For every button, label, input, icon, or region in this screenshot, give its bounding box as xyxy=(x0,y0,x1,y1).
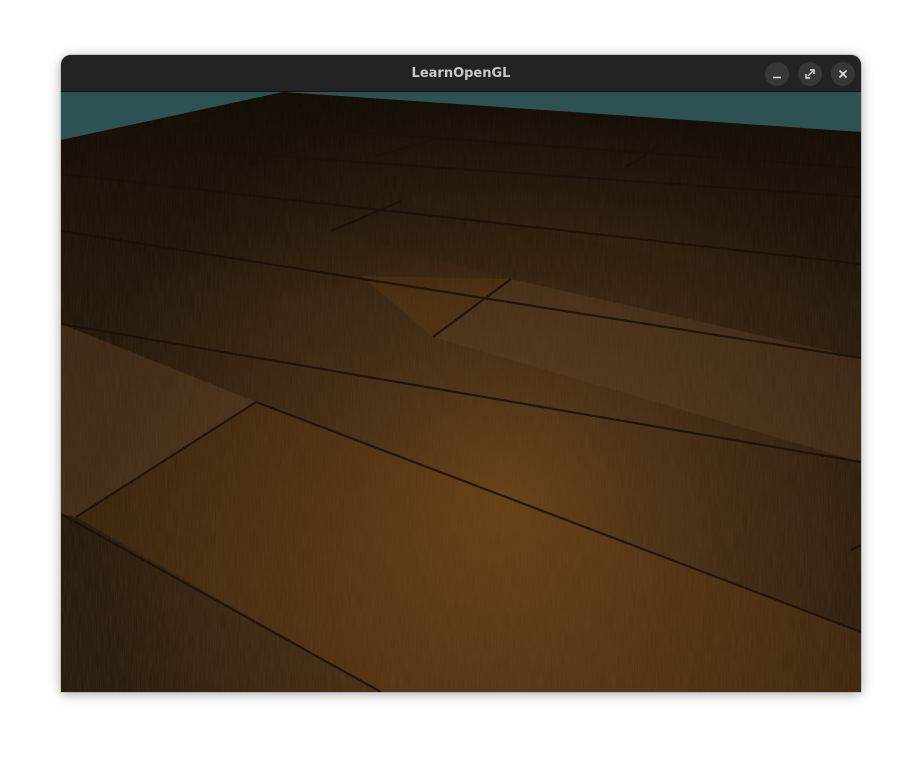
minimize-button[interactable] xyxy=(765,62,789,86)
maximize-icon xyxy=(805,69,815,79)
window-title: LearnOpenGL xyxy=(411,66,511,81)
maximize-button[interactable] xyxy=(798,62,822,86)
wood-floor-render xyxy=(61,92,861,692)
close-icon xyxy=(838,69,848,79)
titlebar[interactable]: LearnOpenGL xyxy=(61,55,861,92)
opengl-viewport[interactable] xyxy=(61,92,861,692)
close-button[interactable] xyxy=(831,62,855,86)
app-window: LearnOpenGL xyxy=(61,55,861,692)
minimize-icon xyxy=(773,76,781,79)
